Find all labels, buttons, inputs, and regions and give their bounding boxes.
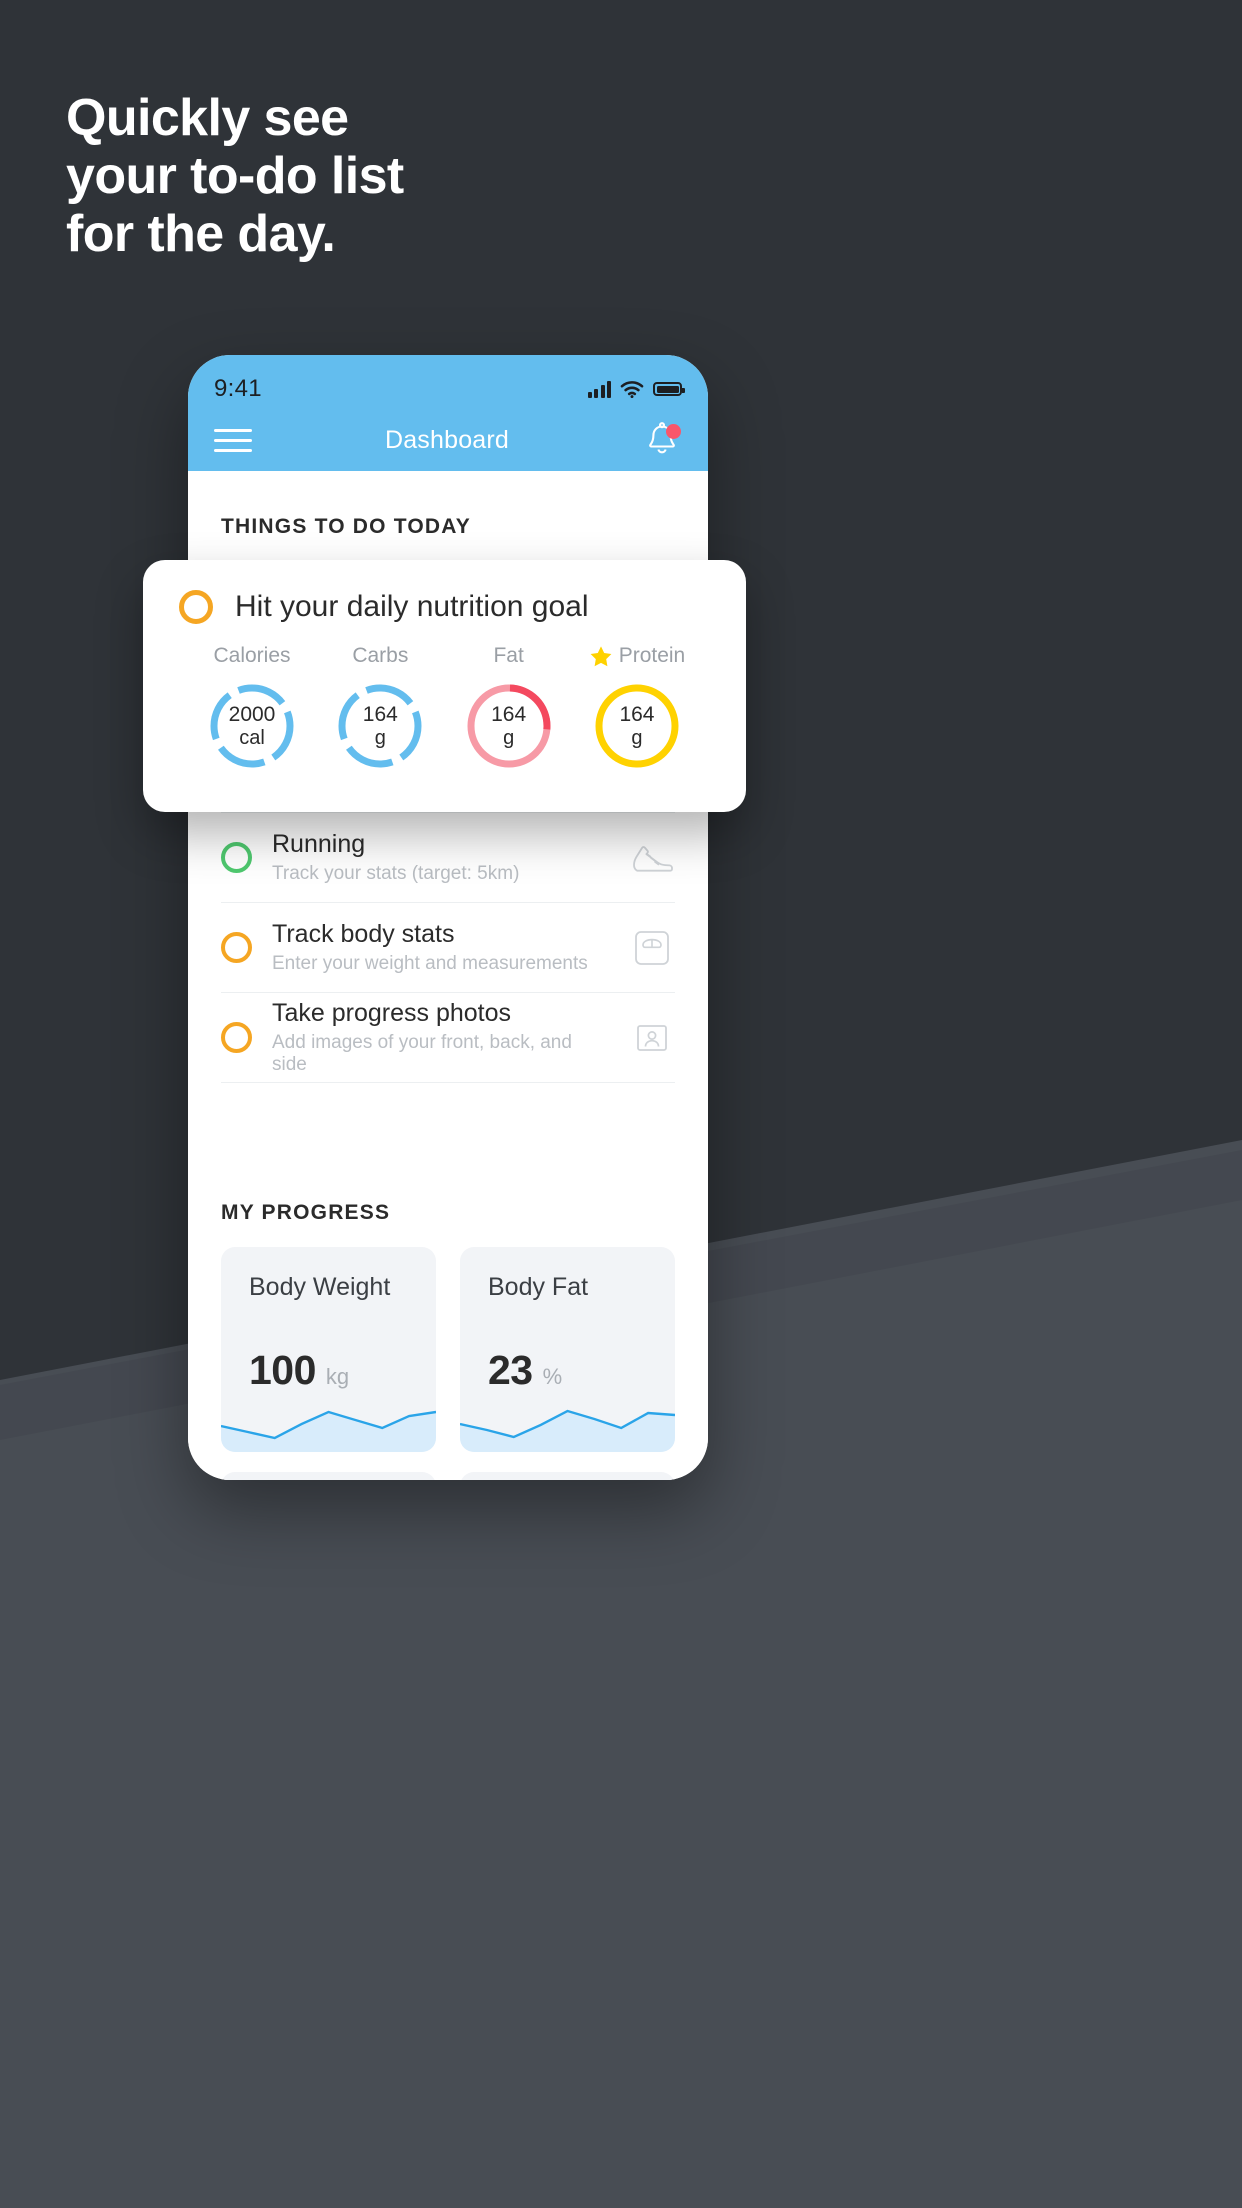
progress-card-body-fat[interactable]: Body Fat 23 % bbox=[460, 1247, 675, 1452]
nutrition-metric-protein[interactable]: Protein 164 g bbox=[576, 642, 698, 772]
navbar-title: Dashboard bbox=[384, 425, 510, 454]
running-shoe-icon bbox=[629, 835, 675, 881]
battery-icon bbox=[653, 382, 685, 396]
nutrition-card-title: Hit your daily nutrition goal bbox=[235, 590, 589, 623]
metric-label-group: Carbs bbox=[319, 642, 441, 670]
app-navbar: Dashboard bbox=[188, 409, 708, 471]
person-photo-icon bbox=[629, 1015, 675, 1061]
nutrition-metrics-row: Calories 2000 cal Carbs 164 g Fat 164 g … bbox=[179, 624, 710, 772]
progress-card-unit: kg bbox=[325, 1364, 350, 1389]
nutrition-goal-card[interactable]: Hit your daily nutrition goal Calories 2… bbox=[143, 560, 746, 812]
nutrition-checkbox-circle[interactable] bbox=[179, 590, 213, 624]
protein-ring: 164 g bbox=[576, 680, 698, 772]
wifi-icon bbox=[620, 380, 644, 398]
carbs-ring: 164 g bbox=[319, 680, 441, 772]
todo-title: Running bbox=[272, 829, 366, 858]
headline-line-1: Quickly see bbox=[66, 89, 349, 147]
progress-card-title: Body Fat bbox=[488, 1273, 589, 1301]
status-bar: 9:41 bbox=[188, 355, 708, 409]
body-fat-sparkline bbox=[460, 1409, 675, 1452]
todo-checkbox-circle[interactable] bbox=[221, 1022, 252, 1053]
todo-subtitle: Add images of your front, back, and side bbox=[272, 1032, 572, 1076]
status-bar-indicators bbox=[587, 380, 685, 398]
nutrition-card-header: Hit your daily nutrition goal bbox=[179, 590, 710, 624]
progress-card-value: 100 bbox=[249, 1347, 316, 1393]
todo-checkbox-circle[interactable] bbox=[221, 932, 252, 963]
progress-card-value: 23 bbox=[488, 1347, 533, 1393]
status-bar-time: 9:41 bbox=[214, 375, 262, 402]
todo-text-group: Track body stats Enter your weight and m… bbox=[272, 920, 609, 976]
todo-subtitle: Track your stats (target: 5km) bbox=[272, 863, 520, 885]
metric-value: 164 bbox=[619, 703, 655, 727]
todo-text-group: Running Track your stats (target: 5km) bbox=[272, 830, 609, 886]
metric-label-group: Fat bbox=[448, 642, 570, 670]
metric-unit: g bbox=[503, 726, 515, 749]
nutrition-metric-carbs[interactable]: Carbs 164 g bbox=[319, 642, 441, 772]
calories-ring-text: 2000 cal bbox=[191, 680, 313, 772]
fat-ring: 164 g bbox=[448, 680, 570, 772]
todo-checkbox-circle[interactable] bbox=[221, 842, 252, 873]
progress-card-value-group: 23 % bbox=[488, 1347, 562, 1394]
progress-section-heading: MY PROGRESS bbox=[221, 1201, 391, 1224]
weight-scale-icon bbox=[629, 925, 675, 971]
body-weight-sparkline bbox=[221, 1410, 436, 1452]
metric-value: 164 bbox=[362, 703, 398, 727]
list-item[interactable]: Take progress photos Add images of your … bbox=[221, 993, 675, 1083]
metric-label: Fat bbox=[493, 644, 524, 667]
progress-card-partial[interactable] bbox=[460, 1472, 675, 1480]
todo-subtitle: Enter your weight and measurements bbox=[272, 953, 588, 975]
nutrition-metric-calories[interactable]: Calories 2000 cal bbox=[191, 642, 313, 772]
metric-label: Calories bbox=[213, 644, 291, 667]
metric-label-group: Protein bbox=[576, 642, 698, 670]
metric-value: 2000 bbox=[228, 703, 276, 727]
metric-label-group: Calories bbox=[191, 642, 313, 670]
metric-value: 164 bbox=[491, 703, 527, 727]
metric-unit: cal bbox=[239, 726, 265, 749]
nutrition-metric-fat[interactable]: Fat 164 g bbox=[448, 642, 570, 772]
protein-ring-text: 164 g bbox=[576, 680, 698, 772]
notification-bell-button[interactable] bbox=[642, 420, 682, 460]
todo-section-heading: THINGS TO DO TODAY bbox=[221, 515, 471, 538]
progress-card-body-weight[interactable]: Body Weight 100 kg bbox=[221, 1247, 436, 1452]
progress-card-grid: Body Weight 100 kg Body Fat 23 % bbox=[188, 1225, 708, 1452]
headline-line-2: your to-do list bbox=[66, 147, 404, 205]
metric-label: Carbs bbox=[352, 644, 409, 667]
notification-badge-dot bbox=[665, 424, 681, 439]
metric-unit: g bbox=[374, 726, 386, 749]
progress-card-unit: % bbox=[542, 1364, 563, 1389]
phone-mockup: 9:41 Dashboard THINGS TO DO TODAY Runnin… bbox=[188, 355, 708, 1480]
hamburger-menu-icon[interactable] bbox=[214, 428, 252, 452]
list-item[interactable]: Track body stats Enter your weight and m… bbox=[221, 903, 675, 993]
list-item[interactable]: Running Track your stats (target: 5km) bbox=[221, 813, 675, 903]
todo-title: Take progress photos bbox=[272, 998, 512, 1027]
cellular-signal-icon bbox=[587, 380, 611, 398]
headline-line-3: for the day. bbox=[66, 205, 336, 263]
metric-unit: g bbox=[631, 726, 643, 749]
progress-card-title: Body Weight bbox=[249, 1273, 391, 1301]
fat-ring-text: 164 g bbox=[448, 680, 570, 772]
progress-card-partial[interactable] bbox=[221, 1472, 436, 1480]
calories-ring: 2000 cal bbox=[191, 680, 313, 772]
todo-text-group: Take progress photos Add images of your … bbox=[272, 999, 609, 1077]
carbs-ring-text: 164 g bbox=[319, 680, 441, 772]
progress-card-grid-secondary bbox=[188, 1452, 708, 1480]
progress-card-value-group: 100 kg bbox=[249, 1347, 349, 1394]
page-title: Quickly see your to-do list for the day. bbox=[66, 92, 766, 266]
metric-label: Protein bbox=[618, 644, 686, 667]
star-icon bbox=[590, 645, 612, 666]
todo-title: Track body stats bbox=[272, 919, 455, 948]
